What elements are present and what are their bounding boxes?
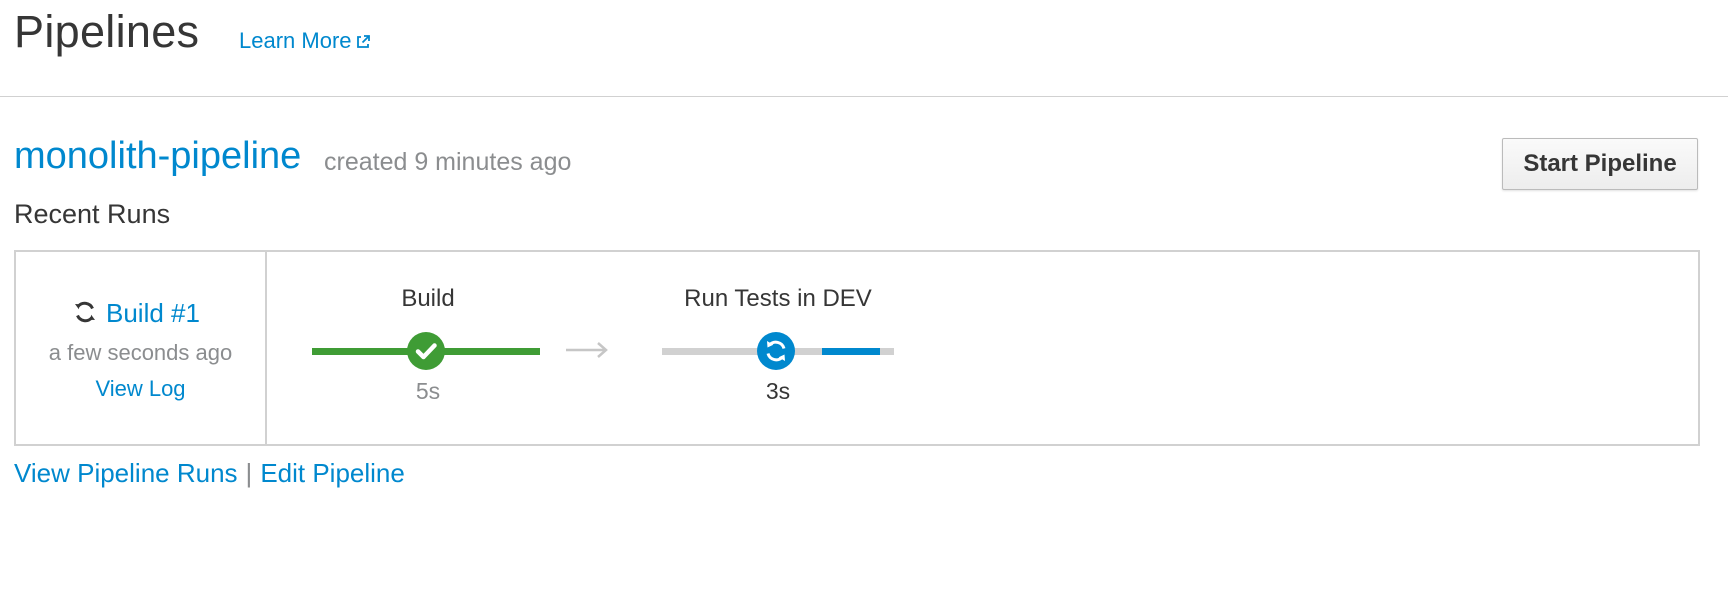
stage-title: Build (401, 285, 455, 312)
stage-status-running (757, 332, 795, 370)
stage-duration: 5s (415, 378, 441, 404)
pipeline-created-time: created 9 minutes ago (324, 148, 572, 176)
stage-run-tests: Run Tests in DEV 3s (662, 252, 894, 444)
stage-duration: 3s (765, 378, 791, 404)
build-label: Build #1 (106, 298, 200, 328)
run-time: a few seconds ago (48, 340, 233, 365)
learn-more-label: Learn More (239, 28, 352, 53)
recent-runs-heading: Recent Runs (14, 199, 171, 229)
stage-build: Build 5s (312, 252, 544, 444)
view-log-link[interactable]: View Log (16, 376, 265, 402)
sync-icon (75, 301, 95, 323)
external-link-icon (356, 35, 370, 49)
page-title: Pipelines (14, 6, 200, 57)
page-header: Pipelines Learn More (0, 0, 1728, 97)
stage-progress-bar (822, 348, 880, 355)
start-pipeline-button[interactable]: Start Pipeline (1502, 138, 1698, 190)
stage-status-complete (407, 332, 445, 370)
build-link[interactable]: Build #1 (72, 298, 200, 329)
learn-more-link[interactable]: Learn More (239, 28, 371, 54)
recent-runs-table: Build #1 a few seconds ago View Log Buil… (14, 250, 1700, 446)
pipeline-name-link[interactable]: monolith-pipeline (14, 135, 301, 178)
stage-title: Run Tests in DEV (684, 285, 872, 312)
run-summary-cell: Build #1 a few seconds ago View Log (16, 252, 267, 444)
arrow-right-icon (566, 342, 608, 358)
edit-pipeline-link[interactable]: Edit Pipeline (260, 458, 405, 488)
pipeline-actions: View Pipeline Runs | Edit Pipeline (14, 458, 405, 489)
link-separator: | (245, 458, 253, 488)
sync-icon (766, 340, 786, 362)
check-icon (415, 343, 437, 360)
view-pipeline-runs-link[interactable]: View Pipeline Runs (14, 458, 238, 488)
